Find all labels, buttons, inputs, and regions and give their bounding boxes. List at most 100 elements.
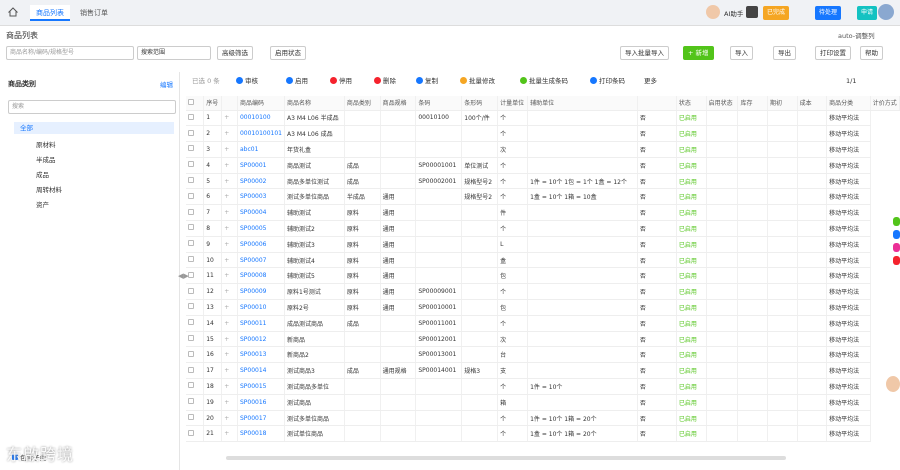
print-barcode-button[interactable]: 打印条码 — [590, 76, 625, 86]
horizontal-scrollbar[interactable] — [226, 456, 786, 460]
row-checkbox[interactable] — [188, 177, 194, 184]
row-add-icon[interactable]: + — [221, 252, 238, 269]
row-add-icon[interactable]: + — [221, 346, 238, 364]
assistant-label[interactable]: AI助手 — [724, 8, 743, 18]
row-add-icon[interactable]: + — [221, 283, 238, 301]
table-cell[interactable]: SP00017 — [237, 410, 285, 427]
row-select-cell[interactable] — [186, 125, 205, 143]
help-button[interactable]: 帮助 — [860, 46, 883, 60]
side-float-pink[interactable] — [893, 243, 900, 252]
table-row[interactable]: 14 + SP00011 成品测试商品 成品 SP00011001 个 否已启用 移动平均法 — [186, 315, 900, 332]
side-float-blue[interactable] — [893, 230, 900, 239]
enable-button[interactable]: 启用 — [286, 76, 308, 86]
row-add-icon[interactable]: + — [221, 425, 238, 443]
pending-button[interactable]: 待处理 — [815, 6, 842, 20]
row-add-icon[interactable]: + — [221, 331, 238, 348]
row-select-cell[interactable] — [186, 157, 205, 174]
table-cell[interactable]: SP00018 — [237, 425, 285, 443]
delete-button[interactable]: 删除 — [374, 76, 396, 86]
user-avatar[interactable] — [878, 4, 894, 20]
column-header[interactable]: 商品类别 — [344, 96, 381, 111]
pager[interactable]: 1/1 — [846, 76, 856, 86]
row-add-icon[interactable]: + — [221, 173, 238, 190]
apply-button[interactable]: 申请 — [857, 6, 878, 20]
search-input[interactable]: 商品名称/编码/规格型号 — [6, 46, 134, 60]
table-cell[interactable]: SP00012 — [237, 331, 285, 348]
table-row[interactable]: 16 + SP00013 新商品2 SP00013001 台 否已启用 移动平均法 — [186, 346, 900, 364]
row-select-cell[interactable] — [186, 204, 205, 222]
row-checkbox[interactable] — [188, 129, 194, 136]
table-row[interactable]: 18 + SP00015 测试商品多单位 个 1件 = 10个否已启用 移动平均法 — [186, 378, 900, 395]
row-add-icon[interactable]: + — [221, 110, 238, 127]
table-cell[interactable]: SP00003 — [237, 188, 285, 206]
table-cell[interactable]: SP00008 — [237, 267, 285, 285]
row-select-cell[interactable] — [186, 220, 205, 237]
table-row[interactable]: 4 + SP00001 商品测试 成品 SP00001001 单位测试个 否已启用 移动平均法 — [186, 157, 900, 174]
table-row[interactable]: 7 + SP00004 辅助测试 原料 通用 件 否已启用 移动平均法 — [186, 204, 900, 222]
row-checkbox[interactable] — [188, 240, 194, 247]
row-select-cell[interactable] — [186, 362, 205, 380]
table-cell[interactable]: 00010100101 — [237, 125, 285, 143]
table-cell[interactable]: SP00006 — [237, 236, 285, 253]
row-select-cell[interactable] — [186, 236, 205, 253]
export-button[interactable]: 导出 — [773, 46, 796, 60]
disable-button[interactable]: 停用 — [330, 76, 352, 86]
audit-button[interactable]: 审核 — [236, 76, 258, 86]
table-row[interactable]: 1 +00010100 A3 M4 L06 半成品 00010100 100个/件个否已… — [186, 110, 900, 127]
row-checkbox[interactable] — [188, 319, 194, 326]
tab-sales-order[interactable]: 销售订单 — [74, 5, 114, 21]
table-cell[interactable]: SP00010 — [237, 299, 285, 316]
quick-filter-select[interactable]: 启用状态 — [270, 46, 306, 60]
table-row[interactable]: 2 +00010100101 A3 M4 L06 成品 个 否已启用 移动平均法 — [186, 125, 900, 143]
row-select-cell[interactable] — [186, 299, 205, 316]
add-button[interactable]: + 新增 — [683, 46, 714, 60]
row-checkbox[interactable] — [188, 398, 194, 405]
column-header[interactable]: 条码 — [415, 96, 463, 111]
row-select-cell[interactable] — [186, 410, 205, 427]
column-header[interactable]: 商品分类 — [826, 96, 871, 111]
column-header[interactable]: 商品规格 — [380, 96, 417, 111]
row-checkbox[interactable] — [188, 256, 194, 263]
sidebar-manage-link[interactable]: 编辑 — [160, 79, 173, 89]
row-checkbox[interactable] — [188, 414, 194, 421]
side-float-green[interactable] — [893, 217, 900, 226]
column-header[interactable] — [186, 96, 205, 111]
table-row[interactable]: 15 + SP00012 新商品 SP00012001 次 否已启用 移动平均法 — [186, 331, 900, 348]
row-add-icon[interactable]: + — [221, 267, 238, 285]
row-select-cell[interactable] — [186, 331, 205, 348]
copy-button[interactable]: 复制 — [416, 76, 438, 86]
more-button[interactable]: 更多 — [644, 76, 657, 86]
row-add-icon[interactable]: + — [221, 299, 238, 316]
row-select-cell[interactable] — [186, 378, 205, 395]
column-header[interactable]: 条形码 — [461, 96, 499, 111]
row-add-icon[interactable]: + — [221, 362, 238, 380]
table-cell[interactable]: SP00013 — [237, 346, 285, 364]
row-select-cell[interactable] — [186, 110, 205, 127]
table-cell[interactable]: SP00005 — [237, 220, 285, 237]
assistant-avatar[interactable] — [706, 5, 720, 19]
table-row[interactable]: 19 + SP00016 测试商品 箱 否已启用 移动平均法 — [186, 394, 900, 411]
search-scope-select[interactable]: 搜索范围 — [137, 46, 211, 60]
advanced-filter-button[interactable]: 高级筛选 — [217, 46, 253, 60]
table-row[interactable]: 21 + SP00018 测试单位商品 个 1盒 = 10个 1箱 = 20个否已启用 移动… — [186, 425, 900, 443]
row-add-icon[interactable]: + — [221, 188, 238, 206]
row-add-icon[interactable]: + — [221, 157, 238, 174]
column-setting-link[interactable]: auto-调整列 — [838, 30, 875, 40]
column-header[interactable]: 状态 — [676, 96, 707, 111]
table-row[interactable]: 10 + SP00007 辅助测试4 原料 通用 盒 否已启用 移动平均法 — [186, 252, 900, 269]
row-checkbox[interactable] — [188, 192, 194, 199]
column-header[interactable]: 启用状态 — [706, 96, 739, 111]
row-checkbox[interactable] — [188, 161, 194, 168]
side-float-red[interactable] — [893, 256, 900, 265]
row-checkbox[interactable] — [188, 429, 194, 436]
row-checkbox[interactable] — [188, 224, 194, 231]
table-row[interactable]: 3 + abc01 年货礼盒 次 否已启用 移动平均法 — [186, 141, 900, 158]
home-icon[interactable] — [8, 7, 18, 17]
row-checkbox[interactable] — [188, 366, 194, 373]
row-checkbox[interactable] — [188, 208, 194, 215]
row-add-icon[interactable]: + — [221, 204, 238, 222]
row-add-icon[interactable]: + — [221, 220, 238, 237]
table-row[interactable]: 5 + SP00002 商品多单位测试 成品 SP00002001 规格型号2 个 1件 = 1… — [186, 173, 900, 190]
column-header[interactable]: 成本 — [797, 96, 828, 111]
row-select-cell[interactable] — [186, 188, 205, 206]
